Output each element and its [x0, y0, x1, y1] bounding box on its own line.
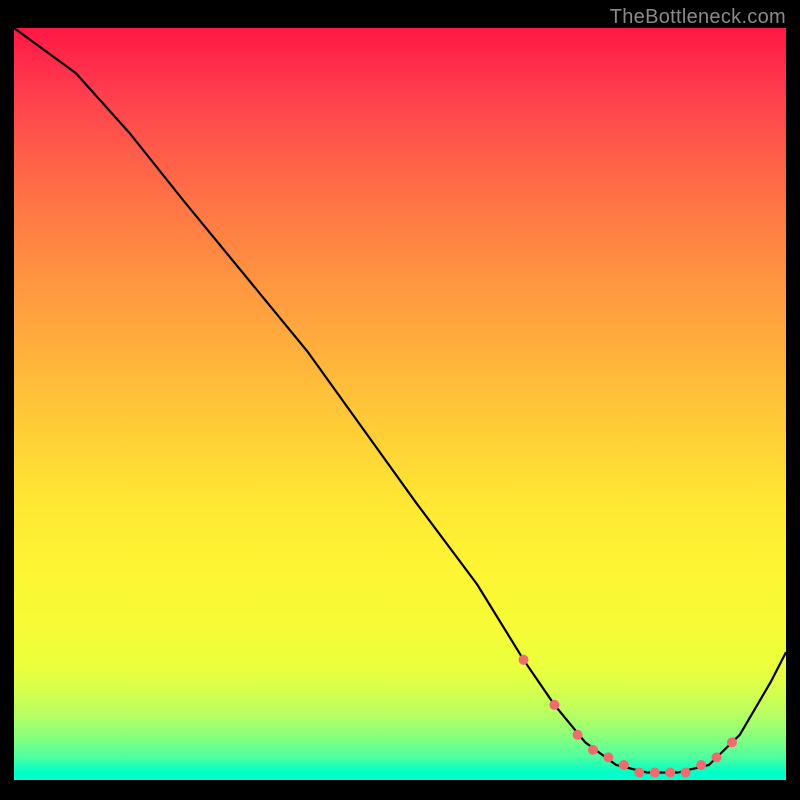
- plot-area: [14, 28, 786, 780]
- highlight-dot: [727, 737, 737, 747]
- highlight-dot: [650, 768, 660, 778]
- highlight-dot: [619, 760, 629, 770]
- highlight-dot: [519, 655, 529, 665]
- chart-frame: TheBottleneck.com: [0, 0, 800, 800]
- highlight-dot: [573, 730, 583, 740]
- highlight-dot: [681, 768, 691, 778]
- highlight-dot: [603, 752, 613, 762]
- highlight-dot: [588, 745, 598, 755]
- highlight-dot: [665, 768, 675, 778]
- highlight-dot: [549, 700, 559, 710]
- highlight-dot: [634, 768, 644, 778]
- watermark-text: TheBottleneck.com: [610, 6, 786, 29]
- highlight-dots: [519, 655, 738, 778]
- chart-svg: [14, 28, 786, 780]
- bottleneck-curve-path: [14, 28, 786, 773]
- highlight-dot: [712, 752, 722, 762]
- highlight-dot: [696, 760, 706, 770]
